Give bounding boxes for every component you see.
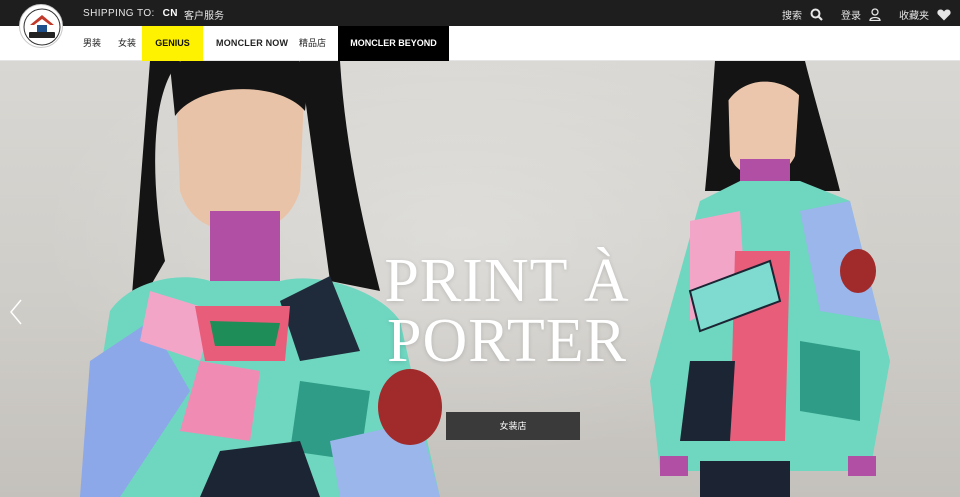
nav-item-moncler-now[interactable]: MONCLER NOW xyxy=(216,26,288,61)
search-button[interactable]: 搜索 xyxy=(782,7,823,22)
customer-service-link[interactable]: 客户服务 xyxy=(184,7,224,22)
shipping-label: SHIPPING TO: xyxy=(83,8,155,19)
wishlist-button[interactable]: 收藏夹 xyxy=(899,7,951,22)
shop-women-button[interactable]: 女装店 xyxy=(446,412,580,440)
nav-item-moncler-beyond[interactable]: MONCLER BEYOND xyxy=(338,26,449,61)
search-icon xyxy=(810,8,823,21)
heart-icon xyxy=(937,9,951,21)
right-model xyxy=(650,61,890,497)
hero-title-line2: PORTER xyxy=(387,307,627,375)
login-label: 登录 xyxy=(841,11,861,22)
hero-title-line1: PRINT À xyxy=(384,247,630,315)
wishlist-label: 收藏夹 xyxy=(899,11,929,22)
main-navigation: 男装 女装 GENIUS MONCLER NOW 精品店 MONCLER BEY… xyxy=(0,26,960,61)
top-utility-bar: SHIPPING TO: CN 客户服务 搜索 登录 收藏夹 xyxy=(0,0,960,26)
login-button[interactable]: 登录 xyxy=(841,7,881,22)
search-label: 搜索 xyxy=(782,11,802,22)
hero-banner: PRINT À PORTER 女装店 xyxy=(0,61,960,497)
nav-item-women[interactable]: 女装 xyxy=(118,26,136,61)
chevron-left-icon xyxy=(8,299,24,331)
carousel-prev-button[interactable] xyxy=(8,297,24,332)
moncler-logo[interactable] xyxy=(19,4,63,48)
shipping-selector[interactable]: SHIPPING TO: CN xyxy=(83,8,178,19)
user-icon xyxy=(869,8,881,21)
nav-item-men[interactable]: 男装 xyxy=(83,26,101,61)
nav-item-genius[interactable]: GENIUS xyxy=(142,26,203,61)
shipping-country[interactable]: CN xyxy=(163,8,178,19)
logo-emblem xyxy=(23,8,61,46)
hero-title: PRINT À PORTER xyxy=(372,247,642,375)
nav-item-boutiques[interactable]: 精品店 xyxy=(299,26,326,61)
